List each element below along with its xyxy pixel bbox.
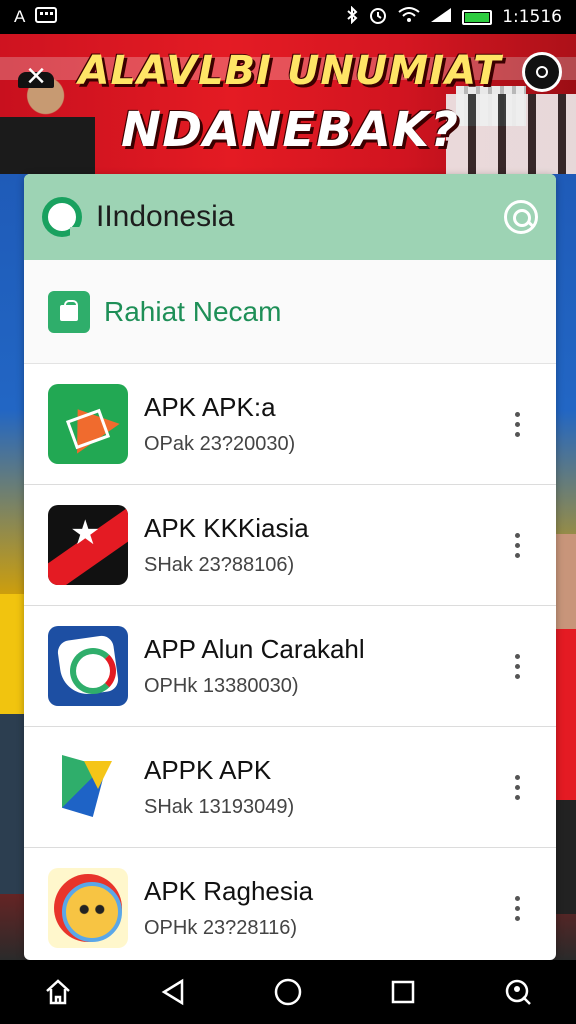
list-item[interactable]: APP Alun Carakahl OPHk 13380030) [24, 606, 556, 727]
status-right: 1:1516 [346, 5, 562, 30]
red-star-icon [48, 505, 128, 585]
app-name: APK Raghesia [144, 876, 314, 906]
banner-title-line2: NDANEBAK? [121, 102, 459, 158]
status-time: 1:1516 [502, 7, 562, 27]
list-item[interactable]: APK Raghesia OPHk 23?28116) [24, 848, 556, 960]
app-meta: OPHk 13380030) [144, 675, 299, 697]
search-bar[interactable]: IIndonesia [24, 174, 556, 260]
app-name: APK APK:a [144, 392, 276, 422]
recents-icon[interactable] [383, 972, 423, 1012]
wifi-icon [398, 6, 420, 28]
shopping-bag-icon [48, 290, 90, 333]
app-meta: SHak 13193049) [144, 796, 295, 818]
app-meta: SHak 23?88106) [144, 554, 295, 576]
list-item[interactable]: APK KKKiasia SHak 23?88106) [24, 485, 556, 606]
cat-face-icon [48, 868, 128, 948]
app-meta: OPak 23?20030) [144, 433, 296, 455]
search-icon[interactable] [504, 200, 538, 234]
section-title: Rahiat Necam [104, 295, 282, 327]
home-icon[interactable] [38, 972, 78, 1012]
app-name: APP Alun Carakahl [144, 634, 365, 664]
alarm-icon [368, 5, 388, 30]
assistant-icon[interactable] [498, 972, 538, 1012]
app-meta: OPHk 23?28116) [144, 917, 298, 939]
more-options-icon[interactable] [502, 404, 532, 444]
gallery-icon [35, 6, 58, 28]
more-options-icon[interactable] [502, 767, 532, 807]
app-name: APPK APK [144, 755, 272, 785]
section-header: Rahiat Necam [24, 260, 556, 364]
banner-logo-icon [522, 52, 562, 92]
banner-close-button[interactable]: × [16, 56, 56, 96]
status-left: A [14, 6, 58, 28]
back-icon[interactable] [153, 972, 193, 1012]
navigation-bar [0, 960, 576, 1024]
banner-title-line1: ALAVLBI UNUMIAT [78, 48, 502, 94]
list-item[interactable]: APPK APK SHak 13193049) [24, 727, 556, 848]
green-arrow-icon [48, 747, 128, 827]
more-options-icon[interactable] [502, 888, 532, 928]
promo-banner[interactable]: ALAVLBI UNUMIAT NDANEBAK? × [0, 34, 576, 174]
more-options-icon[interactable] [502, 525, 532, 565]
list-item[interactable]: APK APK:a OPak 23?20030) [24, 364, 556, 485]
search-results-panel: IIndonesia Rahiat Necam APK APK:a OPak 2… [24, 174, 556, 960]
green-plane-icon [48, 384, 128, 464]
search-input[interactable]: IIndonesia [96, 200, 504, 234]
status-bar: A 1:1516 [0, 0, 576, 34]
app-name: APK KKKiasia [144, 513, 309, 543]
signal-icon [430, 7, 452, 28]
battery-icon [462, 9, 493, 25]
app-list: APK APK:a OPak 23?20030) APK KKKiasia SH… [24, 364, 556, 960]
more-options-icon[interactable] [502, 646, 532, 686]
blue-swirl-icon [48, 626, 128, 706]
home-circle-icon[interactable] [268, 972, 308, 1012]
search-logo-icon [42, 197, 82, 237]
notification-a-icon: A [14, 7, 26, 26]
bluetooth-icon [346, 5, 358, 29]
